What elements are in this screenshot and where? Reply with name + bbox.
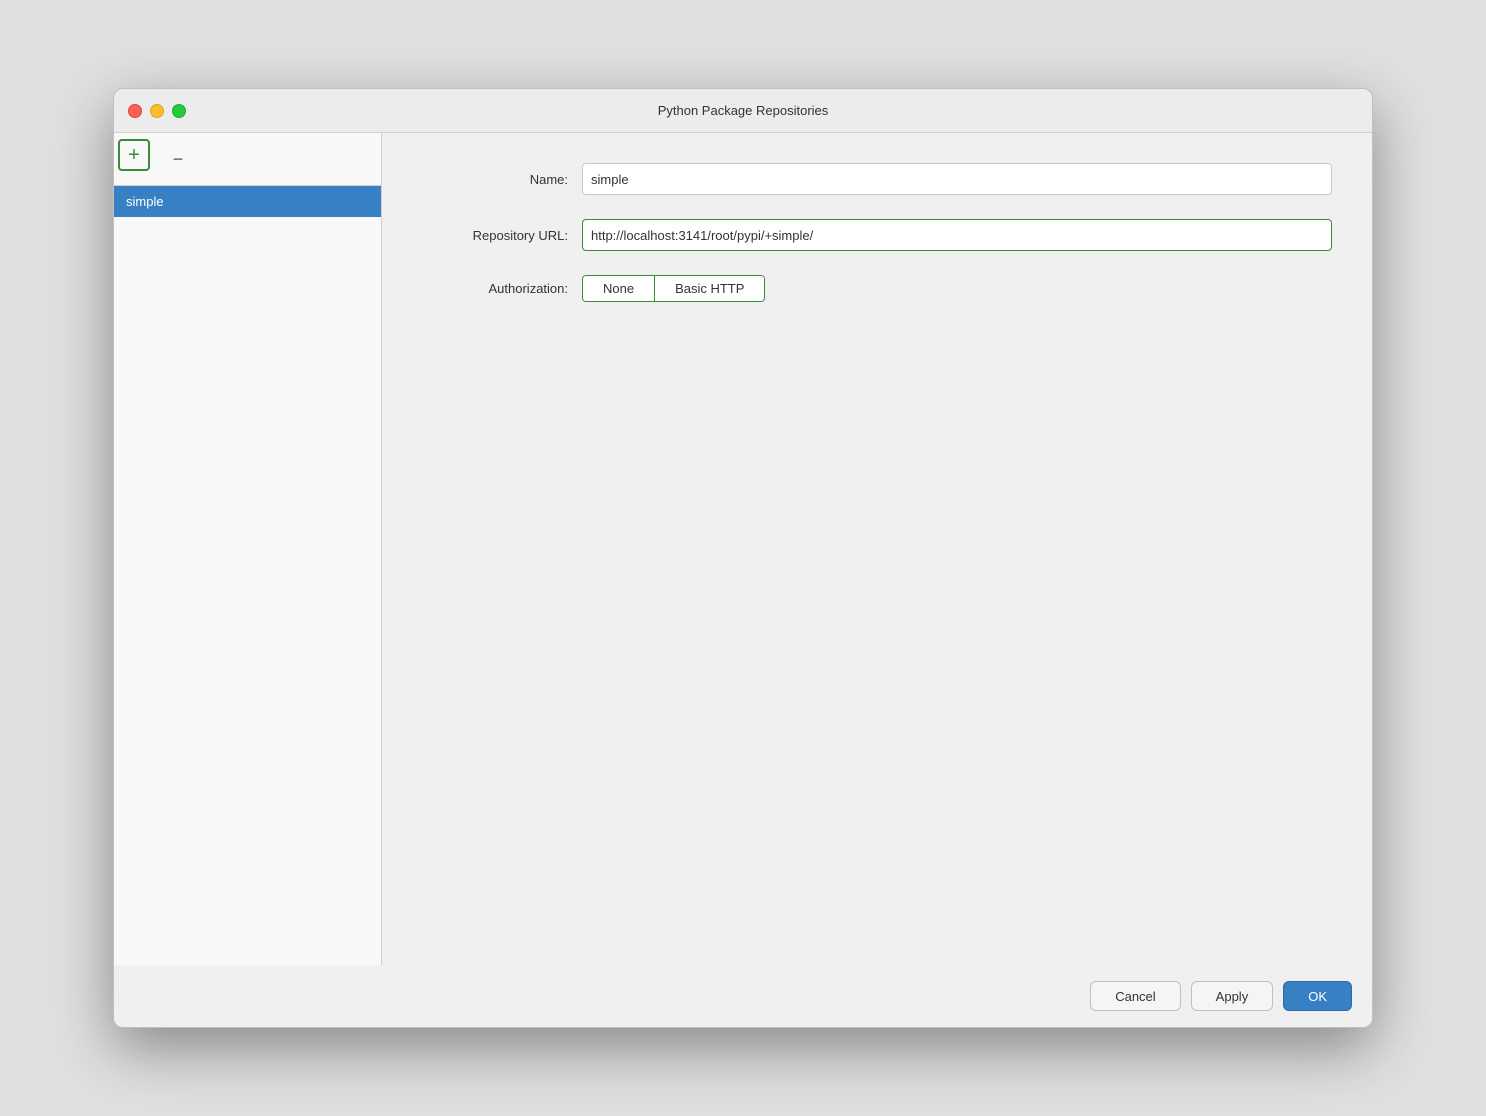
url-label: Repository URL: [422, 228, 582, 243]
name-row: Name: [422, 163, 1332, 195]
remove-repository-button[interactable]: − [158, 139, 198, 179]
main-panel: Name: Repository URL: Authorization: Non… [382, 133, 1372, 965]
auth-label: Authorization: [422, 281, 582, 296]
repository-list: simple [114, 186, 381, 965]
ok-button[interactable]: OK [1283, 981, 1352, 1011]
window-title: Python Package Repositories [658, 103, 829, 118]
sidebar: + − simple [114, 133, 382, 965]
form-area: Name: Repository URL: Authorization: Non… [422, 163, 1332, 935]
main-window: Python Package Repositories + − simple N… [113, 88, 1373, 1028]
minimize-button[interactable] [150, 104, 164, 118]
list-item[interactable]: simple [114, 186, 381, 217]
window-controls [128, 104, 186, 118]
footer: Cancel Apply OK [114, 965, 1372, 1027]
auth-button-group: None Basic HTTP [582, 275, 765, 302]
close-button[interactable] [128, 104, 142, 118]
auth-none-button[interactable]: None [583, 276, 655, 301]
apply-button[interactable]: Apply [1191, 981, 1274, 1011]
content-area: + − simple Name: Repository URL: [114, 133, 1372, 965]
list-item-label: simple [126, 194, 164, 209]
titlebar: Python Package Repositories [114, 89, 1372, 133]
auth-row: Authorization: None Basic HTTP [422, 275, 1332, 302]
cancel-button[interactable]: Cancel [1090, 981, 1180, 1011]
name-input[interactable] [582, 163, 1332, 195]
repository-url-input[interactable] [582, 219, 1332, 251]
auth-basic-http-button[interactable]: Basic HTTP [655, 276, 764, 301]
maximize-button[interactable] [172, 104, 186, 118]
name-label: Name: [422, 172, 582, 187]
add-repository-button[interactable]: + [118, 139, 150, 171]
url-row: Repository URL: [422, 219, 1332, 251]
sidebar-toolbar: + − [114, 133, 381, 186]
